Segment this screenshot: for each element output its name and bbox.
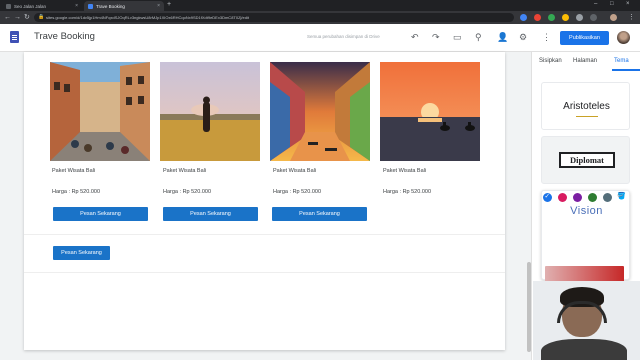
address-bar[interactable]: 🔒 sites.google.com/d/1dv5jp1Hm4NFqxdSJOq…	[34, 13, 514, 22]
lock-icon: 🔒	[38, 14, 45, 20]
url-text: sites.google.com/d/1dv5jp1Hm4NFqxdSJOqRL…	[46, 14, 249, 20]
tab-insert[interactable]: Sisipkan	[539, 58, 562, 64]
color-swatch-blue[interactable]	[543, 192, 552, 202]
share-icon[interactable]: 👤	[497, 32, 508, 42]
product-price: Harga : Rp 520.000	[52, 189, 101, 195]
extension-icon[interactable]	[562, 14, 569, 21]
site-page: Paket Wisata Bali Harga : Rp 520.000 Pes…	[24, 52, 505, 350]
product-price: Harga : Rp 520.000	[163, 189, 212, 195]
tab-pages[interactable]: Halaman	[573, 58, 597, 64]
forward-icon[interactable]: →	[14, 13, 21, 22]
link-icon[interactable]: ⚲	[475, 32, 482, 42]
theme-diplomat[interactable]: Diplomat	[541, 136, 630, 184]
order-now-button[interactable]: Pesan Sekarang	[53, 207, 148, 221]
tab-label: Seo Jalan Jalan	[14, 3, 47, 9]
sites-logo-icon[interactable]	[10, 31, 19, 43]
browser-tab-strip: Seo Jalan Jalan × Trave Booking × + – □ …	[0, 0, 640, 11]
site-title[interactable]: Trave Booking	[34, 31, 95, 42]
extension-icon[interactable]	[520, 14, 527, 21]
new-tab-icon[interactable]: +	[167, 1, 171, 8]
close-tab-icon[interactable]: ×	[157, 3, 160, 9]
extension-icon[interactable]	[576, 14, 583, 21]
tab-favicon-icon	[6, 3, 11, 9]
browser-menu-icon[interactable]: ⋮	[628, 13, 635, 22]
color-swatch-pink[interactable]	[558, 193, 567, 202]
product-name: Paket Wisata Bali	[383, 168, 427, 174]
paint-bucket-icon[interactable]: 🪣	[617, 192, 626, 200]
product-name: Paket Wisata Bali	[273, 168, 317, 174]
publish-button[interactable]: Publikasikan	[560, 31, 609, 45]
editor-canvas: Paket Wisata Bali Harga : Rp 520.000 Pes…	[0, 52, 531, 360]
product-name: Paket Wisata Bali	[52, 168, 96, 174]
color-swatch-gray[interactable]	[603, 193, 612, 202]
presenter-shirt	[541, 339, 627, 360]
sites-header: Trave Booking Semua perubahan disimpan d…	[0, 24, 640, 52]
webcam-overlay	[533, 281, 640, 360]
theme-accent-line	[576, 116, 598, 117]
preview-icon[interactable]: ▭	[453, 32, 462, 42]
theme-name: Vision	[570, 205, 603, 217]
more-options-icon[interactable]: ⋮	[542, 32, 551, 42]
product-price: Harga : Rp 520.000	[273, 189, 322, 195]
reload-icon[interactable]: ↻	[24, 13, 30, 22]
product-price: Harga : Rp 520.000	[383, 189, 432, 195]
theme-aristoteles[interactable]: Aristoteles	[541, 82, 630, 130]
maximize-icon[interactable]: □	[610, 1, 614, 7]
profile-avatar[interactable]	[610, 14, 617, 21]
settings-icon[interactable]: ⚙	[519, 32, 527, 42]
active-tab-indicator	[612, 69, 640, 71]
theme-name: Diplomat	[559, 152, 615, 168]
tab-favicon-icon	[88, 3, 93, 9]
save-status: Semua perubahan disimpan di Drive	[307, 34, 380, 39]
order-now-button[interactable]: Pesan Sekarang	[272, 207, 367, 221]
order-now-button[interactable]: Pesan Sekarang	[53, 246, 110, 260]
close-window-icon[interactable]: ×	[626, 1, 630, 7]
close-tab-icon[interactable]: ×	[75, 3, 78, 9]
theme-name: Aristoteles	[563, 101, 610, 112]
section-divider	[24, 234, 505, 235]
product-image-street[interactable]	[50, 62, 150, 161]
minimize-icon[interactable]: –	[594, 1, 597, 7]
order-now-button[interactable]: Pesan Sekarang	[163, 207, 258, 221]
puzzle-icon[interactable]	[590, 14, 597, 21]
section-divider	[24, 272, 505, 273]
tab-themes[interactable]: Tema	[614, 58, 629, 64]
color-swatch-purple[interactable]	[573, 193, 582, 202]
color-swatch-green[interactable]	[588, 193, 597, 202]
extension-icon[interactable]	[548, 14, 555, 21]
product-image-canal[interactable]	[270, 62, 370, 161]
undo-icon[interactable]: ↶	[411, 32, 419, 42]
browser-tab-seo-jalan-jalan[interactable]: Seo Jalan Jalan ×	[2, 1, 82, 11]
browser-tab-trave-booking[interactable]: Trave Booking ×	[84, 1, 164, 11]
product-image-field[interactable]	[160, 62, 260, 161]
product-name: Paket Wisata Bali	[163, 168, 207, 174]
back-icon[interactable]: ←	[4, 13, 11, 22]
user-avatar[interactable]	[617, 31, 630, 44]
tab-label: Trave Booking	[96, 3, 125, 9]
extension-icon[interactable]	[534, 14, 541, 21]
product-image-sunset[interactable]	[380, 62, 480, 161]
browser-toolbar: ← → ↻ 🔒 sites.google.com/d/1dv5jp1Hm4NFq…	[0, 11, 640, 24]
redo-icon[interactable]: ↷	[432, 32, 440, 42]
